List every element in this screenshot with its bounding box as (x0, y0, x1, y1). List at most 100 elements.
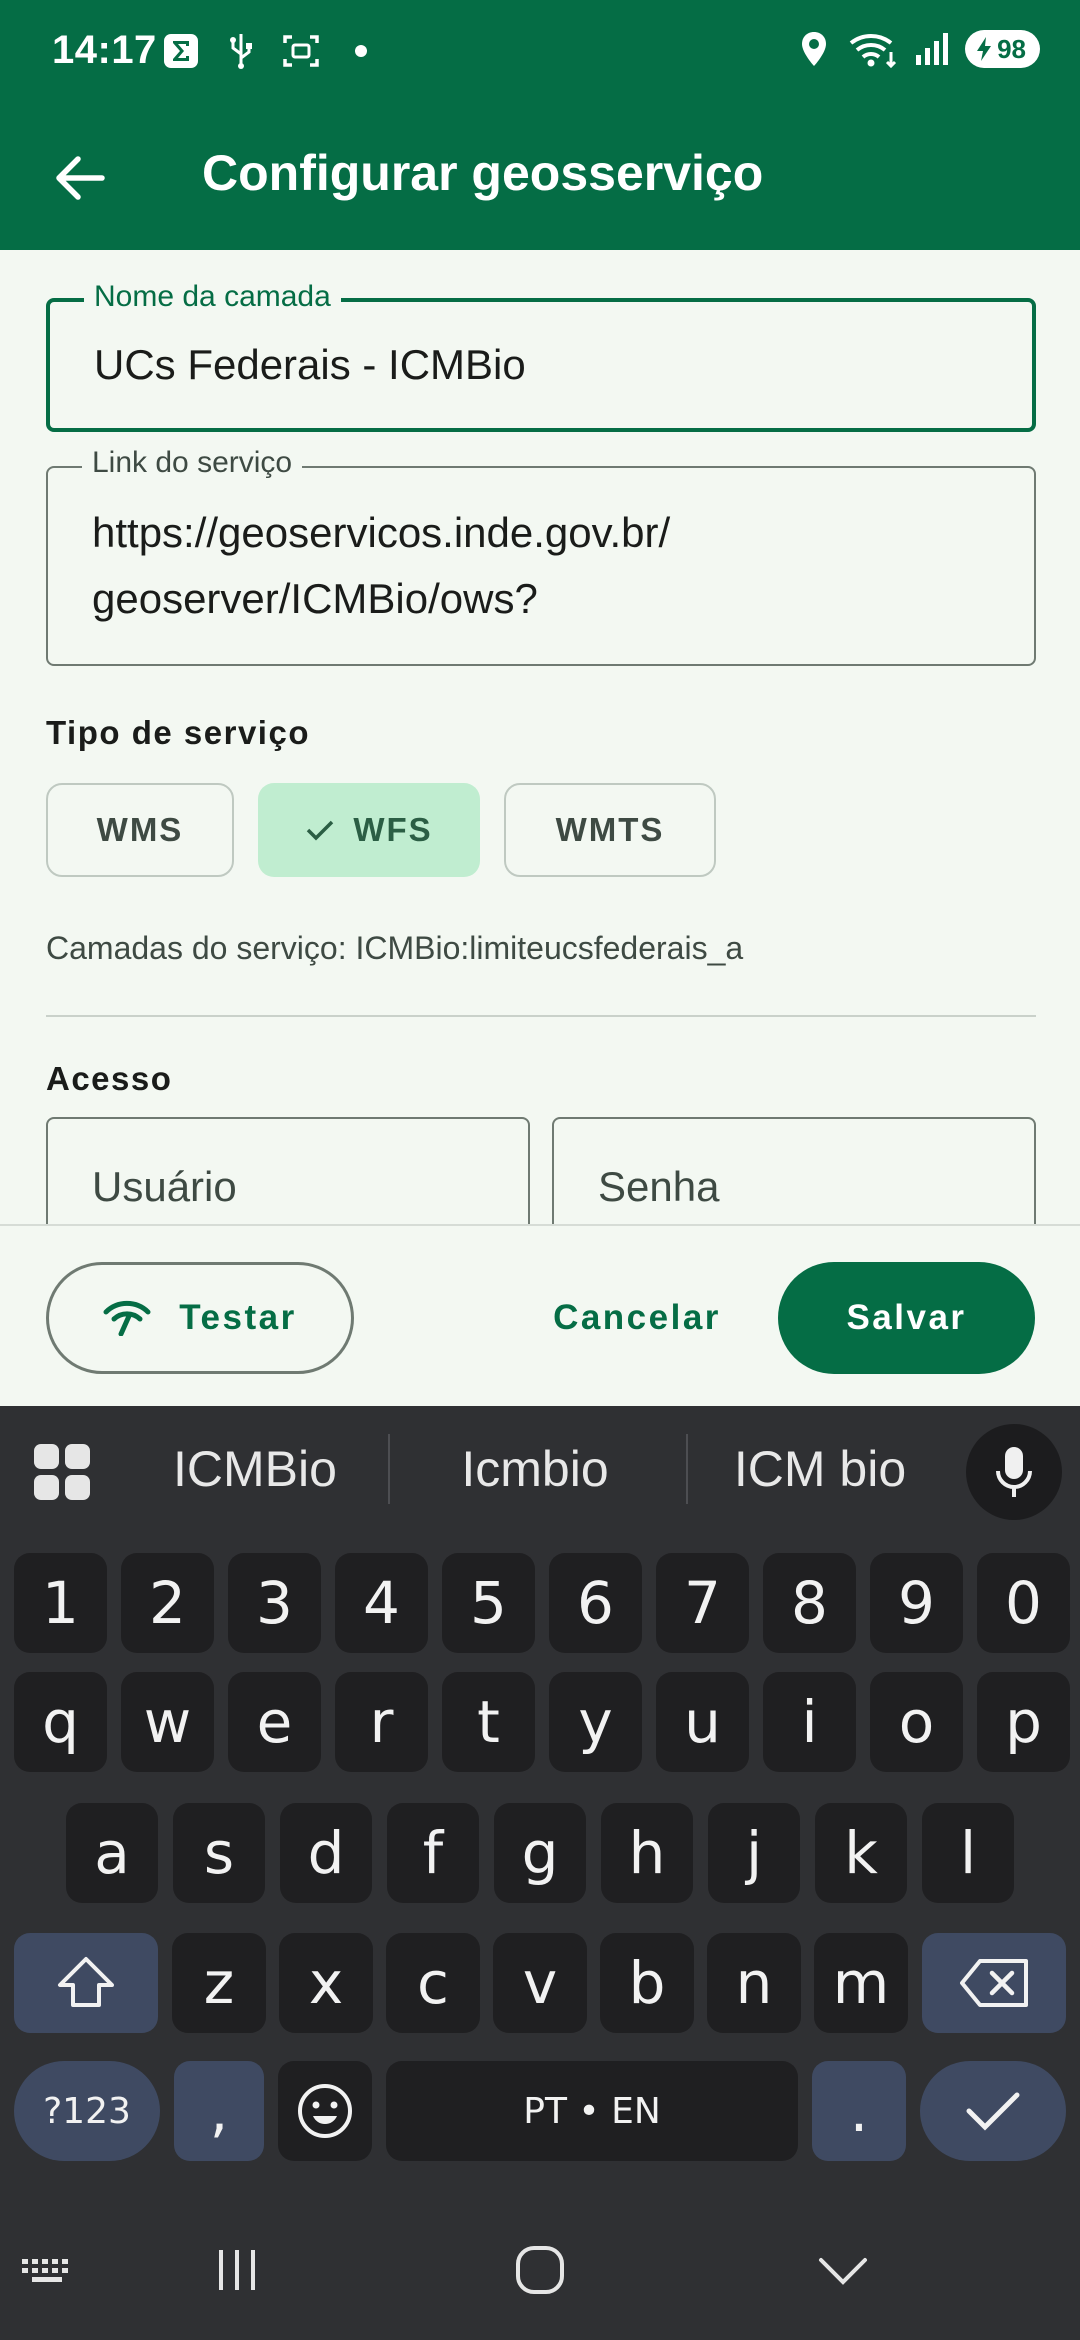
chip-wfs-label: WFS (353, 811, 433, 848)
password-field[interactable]: Senha (552, 1117, 1036, 1225)
usb-icon (222, 32, 260, 70)
chip-wms[interactable]: WMS (46, 783, 234, 877)
space-key[interactable]: PT • EN (386, 2061, 798, 2161)
chip-wmts[interactable]: WMTS (504, 783, 716, 877)
app-bar: Configurar geosserviço (0, 100, 1080, 250)
key-b[interactable]: b (600, 1933, 694, 2033)
arrow-left-icon (56, 156, 105, 200)
suggestion-3[interactable]: ICM bio (710, 1436, 930, 1502)
key-k[interactable]: k (815, 1803, 907, 1903)
period-key[interactable]: . (812, 2061, 906, 2161)
key-j[interactable]: j (708, 1803, 800, 1903)
key-u[interactable]: u (656, 1672, 749, 1772)
access-label: Acesso (46, 1060, 173, 1097)
location-icon (795, 30, 833, 68)
signal-icon (913, 30, 951, 68)
save-button[interactable]: Salvar (778, 1262, 1035, 1374)
chip-wms-label: WMS (96, 811, 184, 848)
suggestion-separator (686, 1434, 688, 1504)
backspace-key[interactable] (922, 1933, 1066, 2033)
status-bar: 14:17 98 (0, 0, 1080, 100)
key-2[interactable]: 2 (121, 1553, 214, 1653)
key-c[interactable]: c (386, 1933, 480, 2033)
key-s[interactable]: s (173, 1803, 265, 1903)
service-type-label: Tipo de serviço (46, 714, 310, 751)
key-3[interactable]: 3 (228, 1553, 321, 1653)
battery-level: 98 (997, 33, 1026, 64)
suggestion-1[interactable]: ICMBio (150, 1436, 360, 1502)
key-0[interactable]: 0 (977, 1553, 1070, 1653)
key-z[interactable]: z (172, 1933, 266, 2033)
key-6[interactable]: 6 (549, 1553, 642, 1653)
key-p[interactable]: p (977, 1672, 1070, 1772)
key-g[interactable]: g (494, 1803, 586, 1903)
shift-icon (58, 1957, 114, 2007)
divider (46, 1015, 1036, 1017)
key-t[interactable]: t (442, 1672, 535, 1772)
mic-button[interactable] (966, 1424, 1062, 1520)
cancel-button[interactable]: Cancelar (530, 1262, 744, 1374)
wifi-icon (847, 30, 899, 68)
comma-key[interactable]: , (174, 2061, 264, 2161)
chip-wmts-label: WMTS (555, 811, 665, 848)
key-o[interactable]: o (870, 1672, 963, 1772)
key-d[interactable]: d (280, 1803, 372, 1903)
chevron-down-icon[interactable] (803, 2240, 883, 2300)
form-content: Nome da camada UCs Federais - ICMBio Lin… (0, 250, 1080, 1225)
key-r[interactable]: r (335, 1672, 428, 1772)
action-bar: Testar Cancelar Salvar (0, 1224, 1080, 1406)
key-7[interactable]: 7 (656, 1553, 749, 1653)
layer-name-field[interactable]: Nome da camada UCs Federais - ICMBio (46, 280, 1036, 432)
symbols-key[interactable]: ?123 (14, 2061, 160, 2161)
key-i[interactable]: i (763, 1672, 856, 1772)
mic-icon (996, 1447, 1032, 1497)
key-a[interactable]: a (66, 1803, 158, 1903)
key-5[interactable]: 5 (442, 1553, 535, 1653)
key-v[interactable]: v (493, 1933, 587, 2033)
username-field[interactable]: Usuário (46, 1117, 530, 1225)
service-link-label: Link do serviço (82, 446, 303, 480)
suggestion-bar: ICMBio Icmbio ICM bio (0, 1406, 1080, 1531)
key-f[interactable]: f (387, 1803, 479, 1903)
screenshot-icon (282, 32, 320, 70)
password-placeholder: Senha (598, 1163, 720, 1210)
recents-icon[interactable] (198, 2240, 278, 2300)
key-l[interactable]: l (922, 1803, 1014, 1903)
emoji-key[interactable] (278, 2061, 372, 2161)
chip-wfs[interactable]: WFS (258, 783, 480, 877)
username-placeholder: Usuário (92, 1163, 237, 1210)
backspace-icon (960, 1959, 1028, 2007)
key-m[interactable]: m (814, 1933, 908, 2033)
key-x[interactable]: x (279, 1933, 373, 2033)
key-8[interactable]: 8 (763, 1553, 856, 1653)
key-w[interactable]: w (121, 1672, 214, 1772)
status-time: 14:17 (52, 28, 157, 72)
test-button[interactable]: Testar (46, 1262, 354, 1374)
apps-grid-icon[interactable] (34, 1444, 90, 1500)
key-h[interactable]: h (601, 1803, 693, 1903)
test-button-label: Testar (179, 1298, 297, 1337)
home-icon[interactable] (500, 2240, 580, 2300)
dot-icon (342, 32, 380, 70)
key-y[interactable]: y (549, 1672, 642, 1772)
wifi-test-icon (103, 1300, 151, 1336)
enter-key[interactable] (920, 2061, 1066, 2161)
key-1[interactable]: 1 (14, 1553, 107, 1653)
check-icon (966, 2092, 1020, 2131)
emoji-icon (298, 2084, 352, 2138)
key-n[interactable]: n (707, 1933, 801, 2033)
key-4[interactable]: 4 (335, 1553, 428, 1653)
key-9[interactable]: 9 (870, 1553, 963, 1653)
battery-icon (977, 37, 992, 61)
key-q[interactable]: q (14, 1672, 107, 1772)
navigation-bar (0, 2200, 1080, 2340)
service-link-value: https://geoservicos.inde.gov.br/ geoserv… (92, 509, 671, 622)
shift-key[interactable] (14, 1933, 158, 2033)
keyboard-hide-icon[interactable] (8, 2240, 88, 2300)
service-layers-text: Camadas do serviço: ICMBio:limiteucsfede… (46, 930, 744, 966)
suggestion-2[interactable]: Icmbio (415, 1436, 655, 1502)
service-link-field[interactable]: Link do serviço https://geoservicos.inde… (46, 446, 1036, 666)
back-button[interactable] (40, 138, 120, 218)
sigma-icon (162, 32, 200, 70)
key-e[interactable]: e (228, 1672, 321, 1772)
